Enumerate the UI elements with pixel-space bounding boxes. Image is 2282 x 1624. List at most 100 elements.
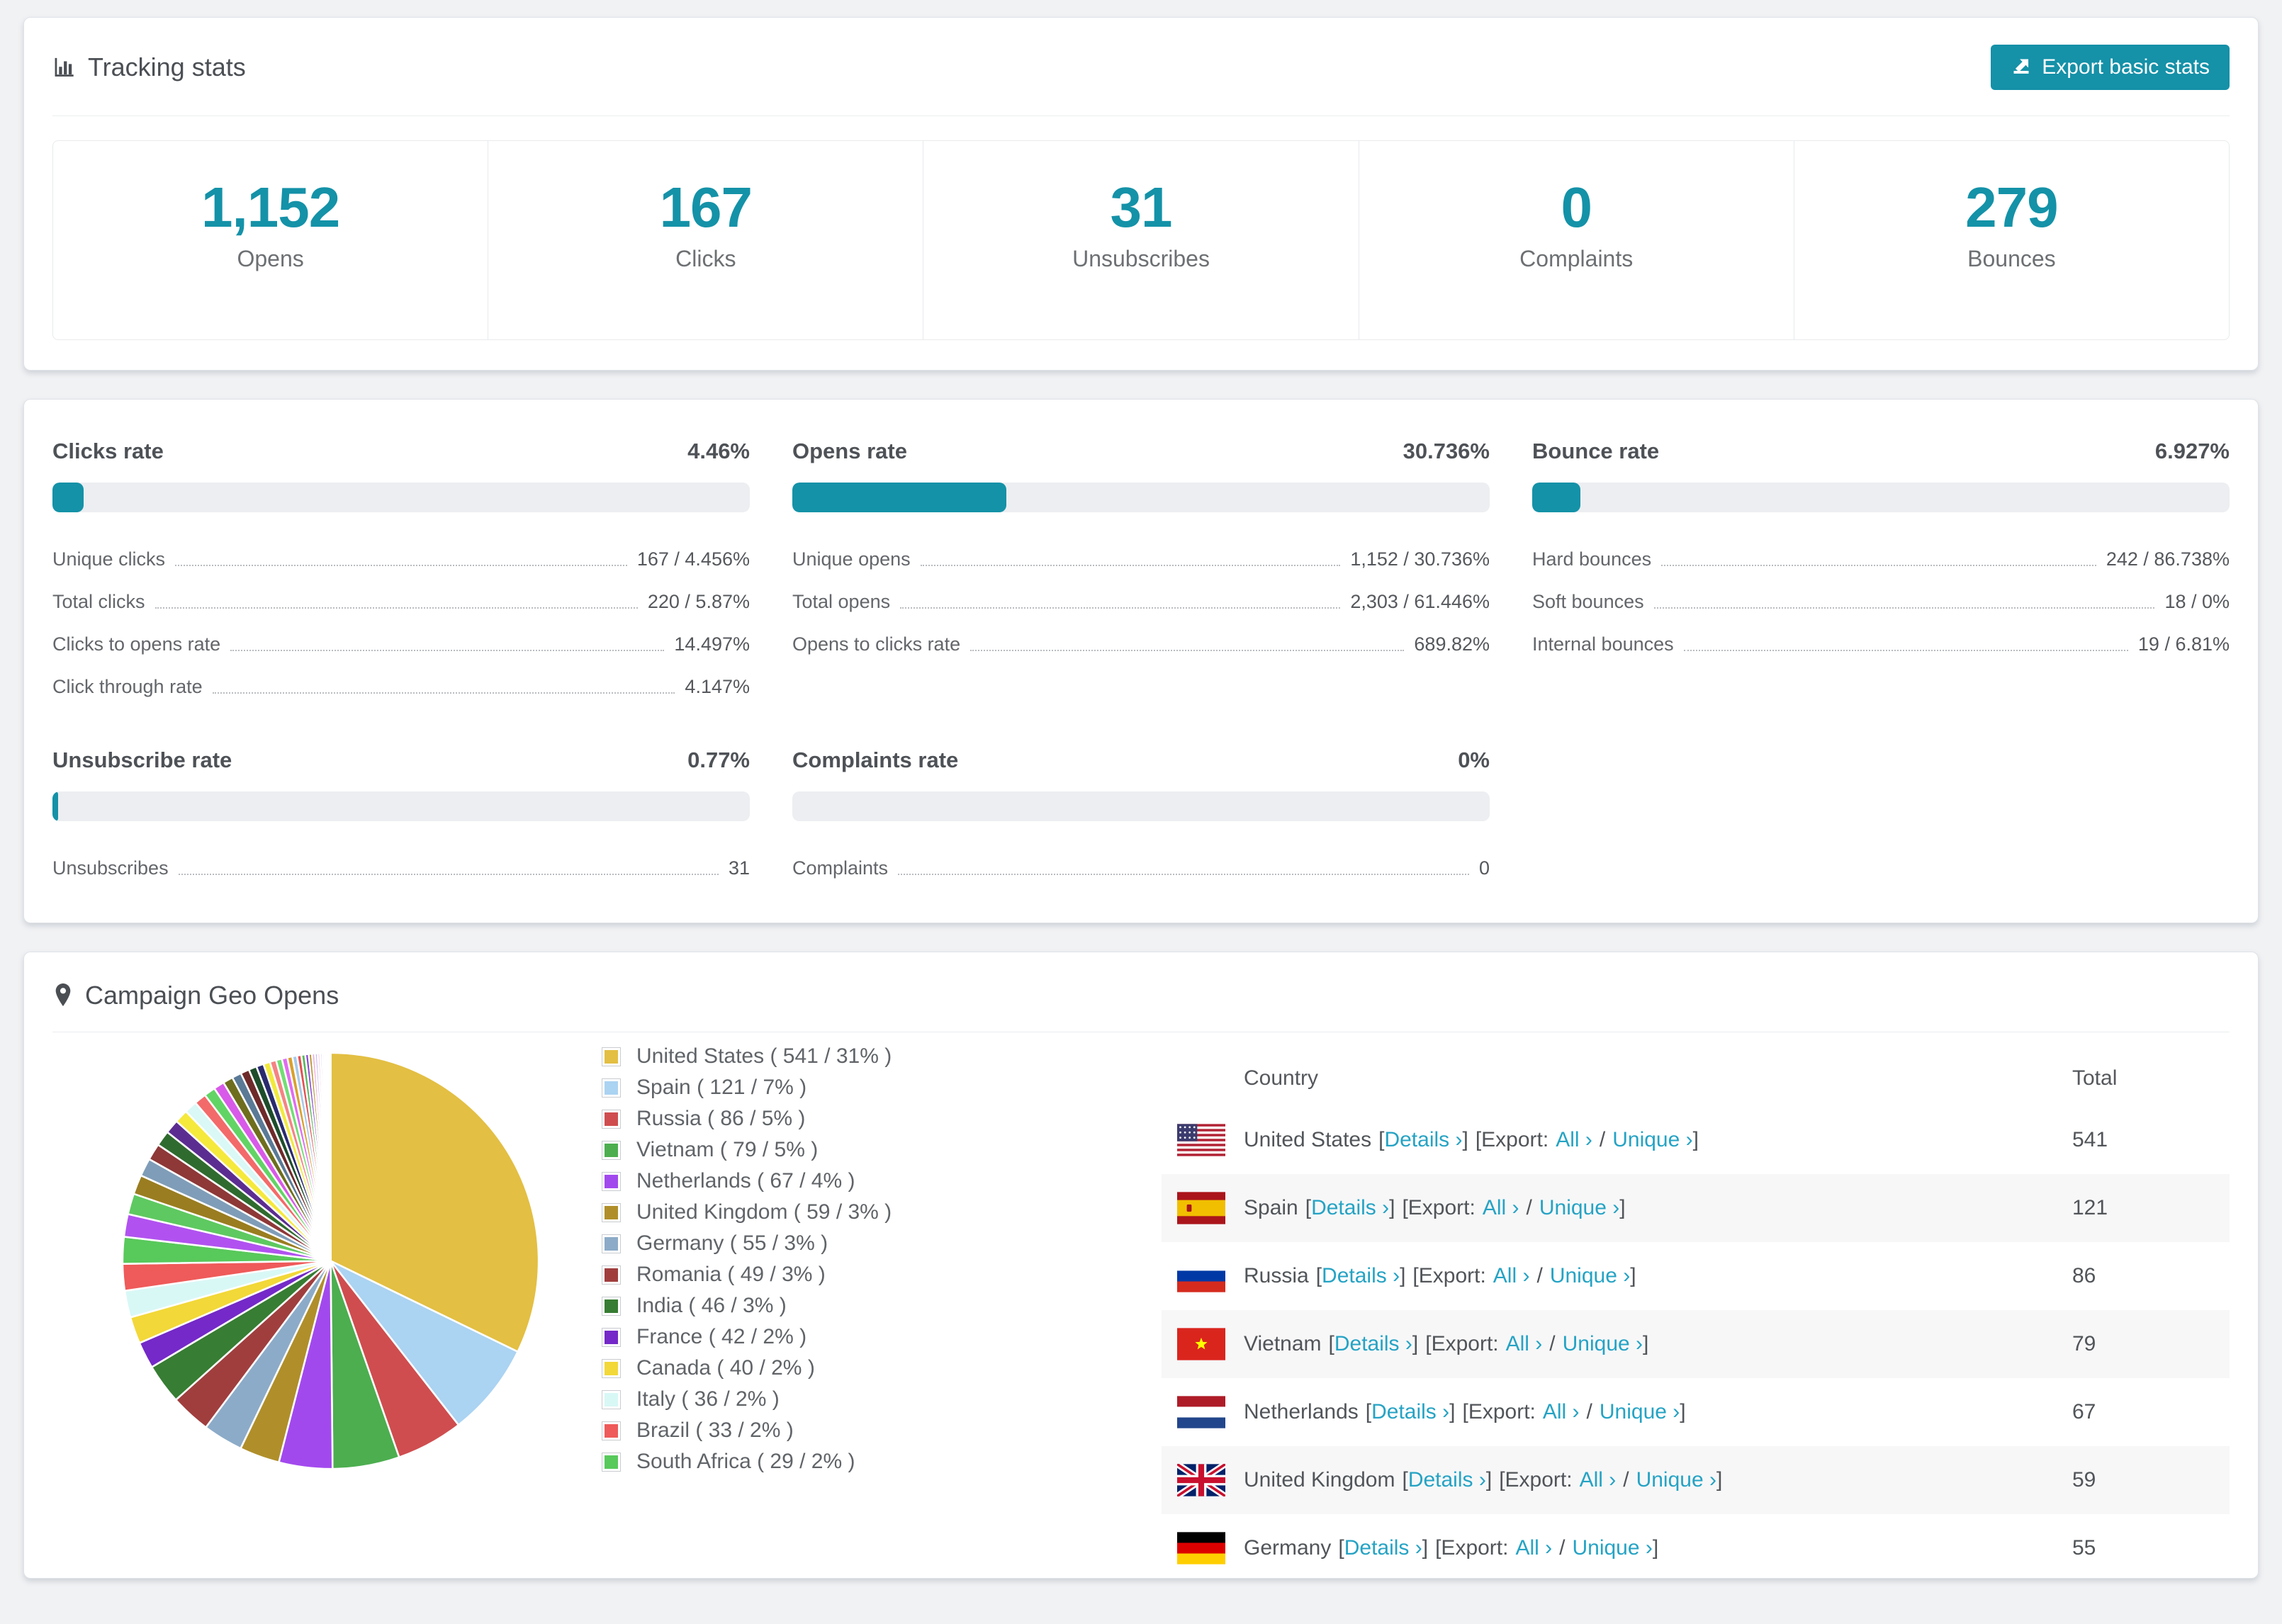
details-link[interactable]: Details › (1334, 1332, 1412, 1355)
legend-item[interactable]: France ( 42 / 2% ) (602, 1321, 1055, 1353)
export-unique-link[interactable]: Unique › (1636, 1468, 1716, 1492)
geo-table-header: Country Total (1162, 1051, 2230, 1106)
geo-table-row: Spain [Details ›] [Export: All › / Unique ›] … (1162, 1174, 2230, 1242)
legend-swatch-icon (602, 1265, 621, 1285)
rate-panel-header: Opens rate 30.736% (792, 439, 1490, 467)
dotted-leader (970, 650, 1405, 651)
export-all-link[interactable]: All › (1515, 1536, 1552, 1560)
metric-row: Soft bounces 18 / 0% (1532, 575, 2230, 617)
geo-body: United States ( 541 / 31% ) Spain ( 121 … (52, 1032, 2230, 1578)
country-total: 86 (2072, 1264, 2096, 1287)
metric-label: Unsubscribes (52, 857, 169, 879)
rate-panel: Opens rate 30.736% Unique opens 1,152 / … (792, 439, 1490, 702)
legend-item[interactable]: South Africa ( 29 / 2% ) (602, 1446, 1055, 1477)
legend-label: United Kingdom ( 59 / 3% ) (636, 1200, 892, 1224)
dotted-leader (1653, 607, 2155, 609)
metric-row: Internal bounces 19 / 6.81% (1532, 617, 2230, 660)
geo-opens-table: Country Total United States [Details ›] [E… (1162, 1051, 2230, 1578)
legend-swatch-icon (602, 1389, 621, 1409)
legend-item[interactable]: Canada ( 40 / 2% ) (602, 1353, 1055, 1384)
metric-label: Total clicks (52, 591, 145, 612)
legend-label: Russia ( 86 / 5% ) (636, 1107, 806, 1130)
metric-value: 1,152 / 30.736% (1350, 548, 1490, 570)
geo-table-row: Germany [Details ›] [Export: All › / Unique ›… (1162, 1514, 2230, 1578)
metric-rows: Unique opens 1,152 / 30.736% Total opens… (792, 532, 1490, 660)
progress-bar-fill (792, 483, 1007, 512)
export-unique-link[interactable]: Unique › (1539, 1196, 1619, 1219)
legend-label: Brazil ( 33 / 2% ) (636, 1419, 794, 1442)
export-all-link[interactable]: All › (1556, 1128, 1592, 1151)
legend-swatch-icon (602, 1358, 621, 1378)
dotted-leader (154, 607, 638, 609)
legend-label: Germany ( 55 / 3% ) (636, 1231, 828, 1255)
geo-table-row: Vietnam [Details ›] [Export: All › / Unique ›… (1162, 1310, 2230, 1378)
export-all-link[interactable]: All › (1580, 1468, 1617, 1492)
rate-value: 30.736% (1403, 439, 1490, 463)
tracking-stats-card: Tracking stats Export basic stats 1,152 … (23, 17, 2259, 371)
pie-slice[interactable] (329, 1051, 332, 1261)
legend-item[interactable]: Romania ( 49 / 3% ) (602, 1259, 1055, 1290)
flag-de-icon (1177, 1532, 1225, 1564)
stat-value: 167 (659, 175, 753, 239)
dotted-leader (898, 874, 1469, 875)
rate-value: 0.77% (687, 748, 750, 772)
legend-item[interactable]: Brazil ( 33 / 2% ) (602, 1415, 1055, 1446)
country-cell: Netherlands [Details ›] [Export: All › / Uniq… (1244, 1400, 1686, 1423)
legend-item[interactable]: India ( 46 / 3% ) (602, 1290, 1055, 1321)
export-unique-link[interactable]: Unique › (1563, 1332, 1643, 1355)
country-cell: Germany [Details ›] [Export: All › / Unique ›… (1244, 1536, 1659, 1560)
metric-value: 242 / 86.738% (2106, 548, 2230, 570)
details-link[interactable]: Details › (1311, 1196, 1389, 1219)
metric-label: Soft bounces (1532, 591, 1644, 612)
legend-item[interactable]: Italy ( 36 / 2% ) (602, 1384, 1055, 1415)
legend-item[interactable]: Germany ( 55 / 3% ) (602, 1228, 1055, 1259)
details-link[interactable]: Details › (1371, 1400, 1449, 1423)
export-unique-link[interactable]: Unique › (1600, 1400, 1680, 1423)
legend-item[interactable]: United Kingdom ( 59 / 3% ) (602, 1197, 1055, 1228)
country-name: Spain (1244, 1196, 1298, 1219)
details-link[interactable]: Details › (1322, 1264, 1400, 1287)
metric-row: Unique clicks 167 / 4.456% (52, 532, 750, 575)
rates-card: Clicks rate 4.46% Unique clicks 167 / 4.… (23, 399, 2259, 923)
export-all-link[interactable]: All › (1506, 1332, 1543, 1355)
details-link[interactable]: Details › (1384, 1128, 1462, 1151)
tracking-stats-title: Tracking stats (88, 52, 246, 81)
details-link[interactable]: Details › (1344, 1536, 1422, 1560)
legend-swatch-icon (602, 1327, 621, 1347)
legend-item[interactable]: Russia ( 86 / 5% ) (602, 1103, 1055, 1134)
dotted-leader (178, 874, 719, 875)
export-unique-link[interactable]: Unique › (1572, 1536, 1652, 1560)
progress-bar-track (792, 791, 1490, 821)
rate-title: Clicks rate (52, 439, 164, 463)
details-link[interactable]: Details › (1408, 1468, 1486, 1492)
metric-row: Clicks to opens rate 14.497% (52, 617, 750, 660)
export-all-link[interactable]: All › (1483, 1196, 1519, 1219)
header-divider (52, 115, 2230, 116)
legend-item[interactable]: United States ( 541 / 31% ) (602, 1041, 1055, 1072)
legend-item[interactable]: Netherlands ( 67 / 4% ) (602, 1166, 1055, 1197)
country-total: 67 (2072, 1400, 2096, 1423)
metric-rows: Hard bounces 242 / 86.738% Soft bounces … (1532, 532, 2230, 660)
rate-panel: Clicks rate 4.46% Unique clicks 167 / 4.… (52, 439, 750, 702)
stat-card: 167 Clicks (488, 141, 923, 339)
metric-value: 4.147% (685, 676, 750, 697)
export-unique-link[interactable]: Unique › (1612, 1128, 1692, 1151)
legend-label: Italy ( 36 / 2% ) (636, 1387, 780, 1411)
metric-label: Click through rate (52, 676, 203, 697)
export-all-link[interactable]: All › (1543, 1400, 1580, 1423)
stat-label: Unsubscribes (1072, 245, 1210, 271)
metric-rows: Unique clicks 167 / 4.456% Total clicks … (52, 532, 750, 702)
metric-label: Unique clicks (52, 548, 166, 570)
legend-label: France ( 42 / 2% ) (636, 1325, 807, 1348)
rate-value: 6.927% (2154, 439, 2230, 463)
export-all-link[interactable]: All › (1493, 1264, 1530, 1287)
geo-pie-chart[interactable] (113, 1043, 549, 1482)
stat-value: 0 (1561, 175, 1592, 239)
legend-swatch-icon (602, 1452, 621, 1472)
stat-card: 0 Complaints (1358, 141, 1794, 339)
export-unique-link[interactable]: Unique › (1550, 1264, 1630, 1287)
legend-item[interactable]: Spain ( 121 / 7% ) (602, 1072, 1055, 1103)
export-basic-stats-button[interactable]: Export basic stats (1991, 45, 2230, 90)
legend-item[interactable]: Vietnam ( 79 / 5% ) (602, 1134, 1055, 1166)
metric-value: 2,303 / 61.446% (1350, 591, 1490, 612)
